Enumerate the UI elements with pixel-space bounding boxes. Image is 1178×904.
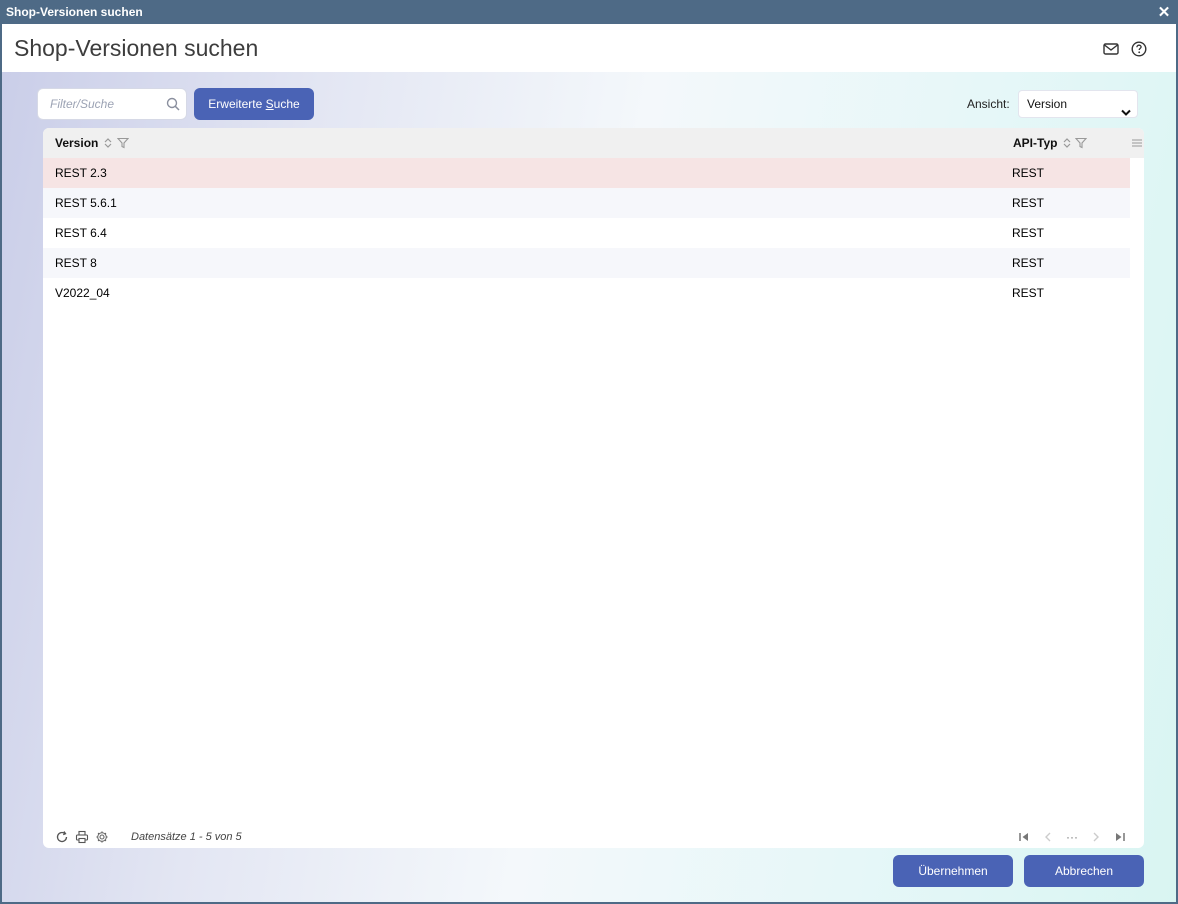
search-icon[interactable]: [166, 97, 180, 111]
apply-button[interactable]: Übernehmen: [893, 855, 1013, 887]
cell-api-type: REST: [1012, 226, 1045, 240]
refresh-icon[interactable]: [55, 830, 69, 844]
table-row[interactable]: REST 5.6.1 REST: [43, 188, 1130, 218]
advanced-search-label-suffix: uche: [273, 97, 300, 111]
search-input[interactable]: [38, 89, 164, 119]
header: Shop-Versionen suchen: [2, 24, 1176, 72]
help-icon[interactable]: [1130, 40, 1148, 58]
previous-page-icon[interactable]: [1041, 830, 1055, 844]
table-row[interactable]: REST 6.4 REST: [43, 218, 1130, 248]
record-count: Datensätze 1 - 5 von 5: [131, 831, 242, 843]
page-title: Shop-Versionen suchen: [14, 35, 259, 61]
sort-icon[interactable]: [1061, 137, 1073, 149]
cell-version: REST 8: [55, 256, 97, 270]
mail-icon[interactable]: [1102, 40, 1120, 58]
grid-header: Version API-Typ: [43, 128, 1144, 158]
search-field[interactable]: [37, 88, 187, 120]
versions-grid: Version API-Typ REST 2.3 REST REST 5.6.1…: [43, 128, 1144, 848]
cancel-button[interactable]: Abbrechen: [1024, 855, 1144, 887]
last-page-icon[interactable]: [1113, 830, 1127, 844]
cell-version: REST 2.3: [55, 166, 107, 180]
grid-body: REST 2.3 REST REST 5.6.1 REST REST 6.4 R…: [43, 158, 1130, 308]
filter-icon[interactable]: [1074, 137, 1088, 149]
title-bar[interactable]: Shop-Versionen suchen ✕: [2, 0, 1176, 24]
cell-version: REST 5.6.1: [55, 196, 117, 210]
filter-icon[interactable]: [116, 137, 130, 149]
column-header-api-type[interactable]: API-Typ: [1013, 136, 1057, 150]
cell-api-type: REST: [1012, 196, 1045, 210]
dialog-window: Shop-Versionen suchen ✕ Shop-Versionen s…: [0, 0, 1178, 904]
next-page-icon[interactable]: [1089, 830, 1103, 844]
sort-icon[interactable]: [102, 137, 114, 149]
advanced-search-button[interactable]: Erweiterte Suche: [194, 88, 314, 120]
first-page-icon[interactable]: [1017, 830, 1031, 844]
view-label: Ansicht:: [967, 97, 1010, 111]
grid-footer: Datensätze 1 - 5 von 5 ···: [43, 826, 1144, 848]
cell-api-type: REST: [1012, 166, 1045, 180]
cell-api-type: REST: [1012, 256, 1045, 270]
table-row[interactable]: V2022_04 REST: [43, 278, 1130, 308]
advanced-search-accesskey: S: [265, 97, 274, 111]
view-select[interactable]: Version: [1018, 90, 1138, 118]
view-select-value: Version: [1027, 97, 1068, 111]
table-row[interactable]: REST 8 REST: [43, 248, 1130, 278]
print-icon[interactable]: [75, 830, 89, 844]
chevron-down-icon: [1121, 100, 1131, 116]
column-menu-icon[interactable]: [1131, 137, 1143, 149]
window-title: Shop-Versionen suchen: [6, 5, 143, 19]
close-icon[interactable]: ✕: [1156, 0, 1172, 24]
column-header-version[interactable]: Version: [55, 136, 98, 150]
settings-gear-icon[interactable]: [95, 830, 109, 844]
advanced-search-label-prefix: Erweiterte: [208, 97, 266, 111]
cell-version: REST 6.4: [55, 226, 107, 240]
table-row[interactable]: REST 2.3 REST: [43, 158, 1130, 188]
cell-api-type: REST: [1012, 286, 1045, 300]
pager-ellipsis[interactable]: ···: [1065, 830, 1079, 844]
cell-version: V2022_04: [55, 286, 110, 300]
